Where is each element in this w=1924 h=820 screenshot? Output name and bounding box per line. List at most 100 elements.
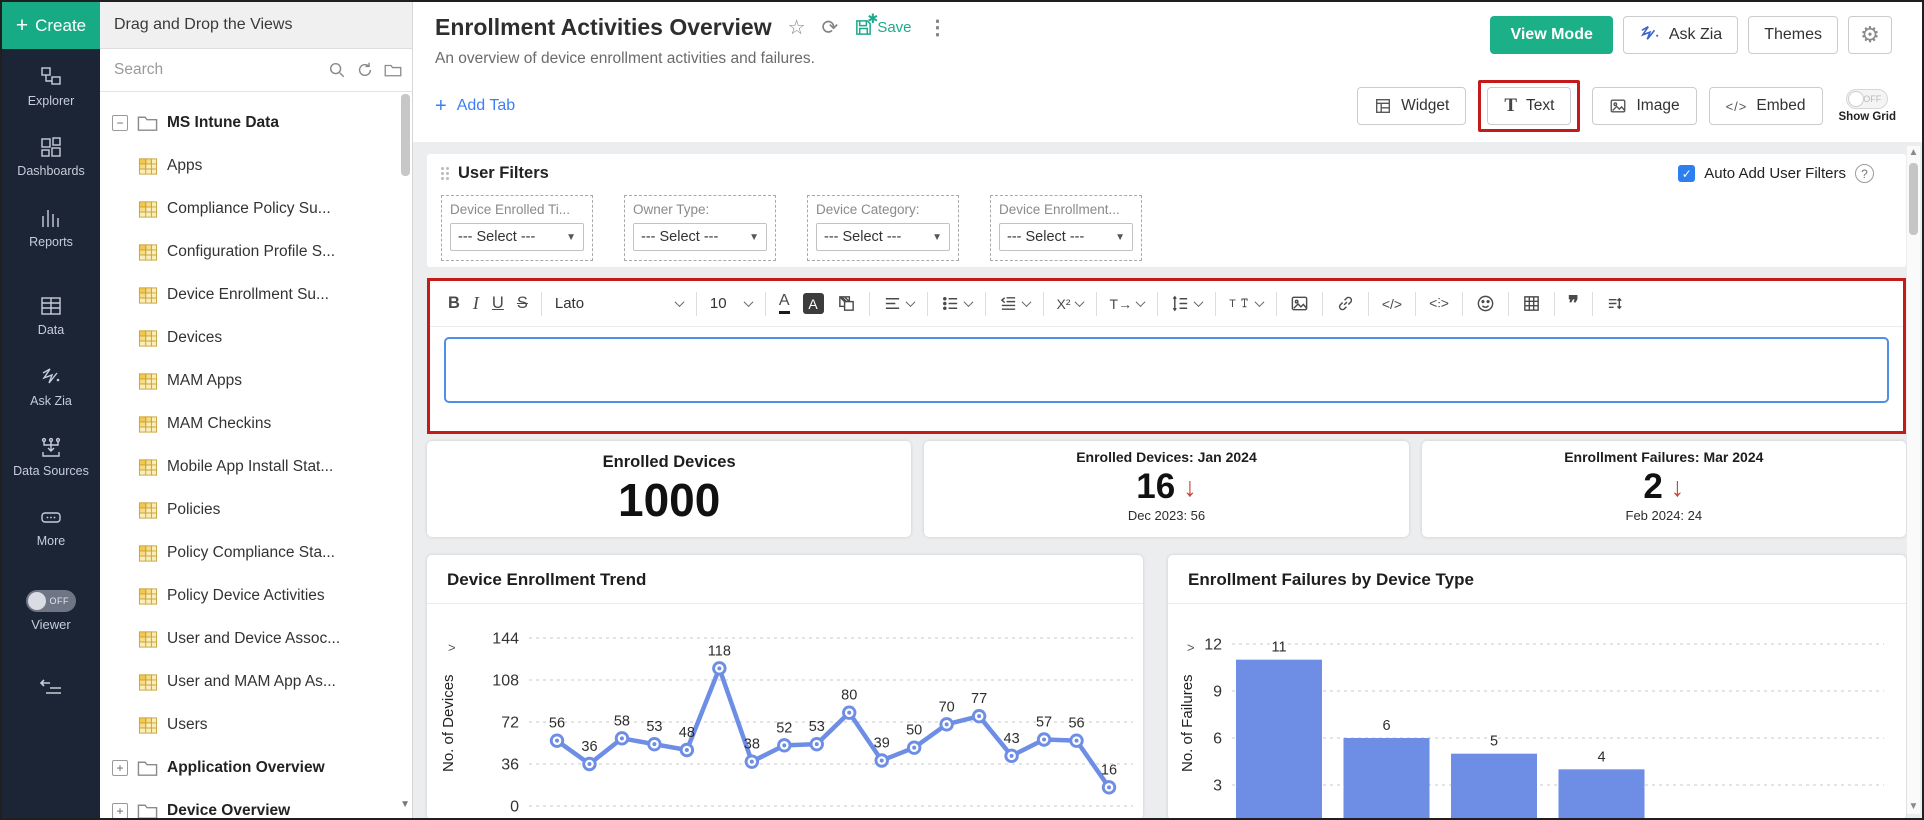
text-style-select[interactable]: T [1229, 296, 1265, 311]
insert-embed-button[interactable]: </> Embed [1708, 87, 1823, 125]
format-painter-icon[interactable] [837, 294, 856, 313]
kpi-title: Enrolled Devices: Jan 2024 [1076, 449, 1257, 465]
tree-table-item[interactable]: Apps [112, 151, 406, 181]
superscript-select[interactable]: X² [1057, 296, 1084, 312]
scrollbar-thumb[interactable] [1909, 163, 1918, 235]
refresh-icon[interactable]: ⟳ [822, 18, 839, 38]
clear-format-icon[interactable] [1606, 294, 1625, 313]
views-panel-header: Drag and Drop the Views [100, 2, 412, 49]
show-grid-toggle[interactable]: OFF [1846, 89, 1889, 109]
tree-table-item[interactable]: User and MAM App As... [112, 667, 406, 697]
sidebar-item-more[interactable]: More [37, 505, 65, 548]
tree-table-item[interactable]: MAM Checkins [112, 409, 406, 439]
svg-text:36: 36 [501, 757, 519, 774]
sidebar-item-dashboards[interactable]: Dashboards [17, 135, 85, 178]
view-mode-button[interactable]: View Mode [1490, 16, 1613, 54]
save-button[interactable]: ✱ Save [854, 11, 912, 37]
tree-table-item[interactable]: Mobile App Install Stat... [112, 452, 406, 482]
viewer-toggle[interactable]: OFF [26, 589, 76, 612]
font-family-select[interactable]: Lato [555, 295, 685, 312]
bold-icon[interactable]: B [448, 294, 460, 313]
tree-table-item[interactable]: User and Device Assoc... [112, 624, 406, 654]
expand-node-icon[interactable]: + [112, 760, 128, 776]
settings-gear-icon[interactable]: ⚙ [1848, 16, 1892, 54]
image-icon [1611, 99, 1626, 113]
code-block-icon[interactable]: <⫶> [1429, 295, 1449, 312]
add-tab-button[interactable]: + Add Tab [435, 95, 515, 118]
collapse-node-icon[interactable]: − [112, 115, 128, 131]
sidebar-item-explorer[interactable]: Explorer [28, 65, 74, 108]
auto-add-user-filters-checkbox[interactable]: ✓ [1678, 165, 1696, 182]
insert-table-icon[interactable] [1522, 294, 1541, 313]
explorer-icon [41, 67, 61, 85]
collapse-sidebar-button[interactable] [38, 675, 64, 702]
tree-folder-application-overview[interactable]: + Application Overview [112, 753, 406, 783]
viewer-toggle-block: OFF Viewer [26, 589, 76, 632]
insert-widget-button[interactable]: Widget [1357, 87, 1467, 125]
indent-select[interactable] [999, 294, 1031, 313]
line-chart-card[interactable]: Device Enrollment Trend 144 108 72 36 0 No. o… [427, 555, 1143, 818]
text-editor-input[interactable] [444, 337, 1889, 403]
align-select[interactable] [883, 294, 915, 313]
more-options-kebab-icon[interactable]: ⋮ [928, 18, 948, 38]
underline-icon[interactable]: U [492, 294, 504, 313]
filter-select[interactable]: --- Select --- ▼ [633, 223, 767, 251]
font-size-select[interactable]: 10 [710, 295, 754, 312]
insert-link-icon[interactable] [1336, 294, 1355, 313]
filter-select[interactable]: --- Select --- ▼ [999, 223, 1133, 251]
expand-node-icon[interactable]: + [112, 803, 128, 818]
sidebar-item-data-sources[interactable]: Data Sources [13, 435, 89, 478]
table-icon [138, 243, 158, 262]
themes-button[interactable]: Themes [1748, 16, 1838, 54]
sidebar-item-ask-zia[interactable]: Ask Zia [30, 365, 72, 408]
tree-folder-device-overview[interactable]: + Device Overview [112, 796, 406, 818]
tree-scroll-down-arrow[interactable]: ▼ [400, 799, 410, 810]
bar-chart-card[interactable]: Enrollment Failures by Device Type 12 9 6 3… [1168, 555, 1906, 818]
italic-icon[interactable]: I [473, 293, 479, 314]
scroll-down-arrow[interactable]: ▼ [1909, 800, 1919, 814]
insert-image-button[interactable]: Image [1592, 87, 1697, 125]
create-button[interactable]: + Create [2, 2, 100, 49]
kpi-comparison: Feb 2024: 24 [1625, 507, 1703, 523]
kpi-card[interactable]: Enrollment Failures: Mar 2024 2 ↓ Feb 20… [1421, 441, 1906, 537]
tree-table-item[interactable]: Devices [112, 323, 406, 353]
sidebar-item-reports[interactable]: Reports [29, 206, 73, 249]
tree-table-item[interactable]: Policy Device Activities [112, 581, 406, 611]
insert-image-icon[interactable] [1290, 294, 1309, 313]
sidebar-item-data[interactable]: Data [38, 294, 64, 337]
tree-root-folder[interactable]: − MS Intune Data [112, 108, 406, 138]
search-input[interactable]: Search [114, 61, 346, 79]
tree-table-item[interactable]: MAM Apps [112, 366, 406, 396]
strikethrough-icon[interactable]: S [517, 294, 528, 313]
filter-select[interactable]: --- Select --- ▼ [450, 223, 584, 251]
scroll-up-arrow[interactable]: ▲ [1909, 146, 1919, 160]
refresh-icon[interactable] [356, 61, 374, 79]
ask-zia-button[interactable]: Ask Zia [1622, 16, 1739, 54]
svg-text:39: 39 [874, 736, 890, 752]
filter-select[interactable]: --- Select --- ▼ [816, 223, 950, 251]
list-select[interactable] [941, 294, 973, 313]
main-scrollbar[interactable]: ▲ ▼ [1907, 146, 1920, 814]
tree-table-item[interactable]: Users [112, 710, 406, 740]
insert-text-button[interactable]: T Text [1487, 87, 1572, 125]
help-icon[interactable]: ? [1855, 164, 1874, 183]
tree-table-item[interactable]: Compliance Policy Su... [112, 194, 406, 224]
blockquote-icon[interactable]: ❞ [1568, 291, 1579, 316]
line-spacing-select[interactable] [1171, 294, 1204, 313]
kpi-card[interactable]: Enrolled Devices 1000 ↓ [427, 441, 912, 537]
favorite-star-icon[interactable]: ☆ [788, 18, 806, 38]
tree-table-item[interactable]: Policy Compliance Sta... [112, 538, 406, 568]
tree-table-item[interactable]: Configuration Profile S... [112, 237, 406, 267]
text-color-icon[interactable]: A [778, 293, 790, 314]
folder-icon[interactable] [384, 61, 402, 79]
drag-handle-icon[interactable] [441, 167, 449, 180]
highlight-color-icon[interactable]: A [802, 293, 824, 314]
emoji-icon[interactable] [1476, 294, 1495, 313]
text-direction-select[interactable]: T→ [1110, 296, 1146, 312]
tree-table-item[interactable]: Policies [112, 495, 406, 525]
text-icon: T [1504, 95, 1518, 116]
tree-table-item[interactable]: Device Enrollment Su... [112, 280, 406, 310]
code-icon[interactable]: </> [1382, 296, 1402, 312]
kpi-card[interactable]: Enrolled Devices: Jan 2024 16 ↓ Dec 2023… [924, 441, 1409, 537]
tree-scrollbar-thumb[interactable] [401, 94, 410, 176]
